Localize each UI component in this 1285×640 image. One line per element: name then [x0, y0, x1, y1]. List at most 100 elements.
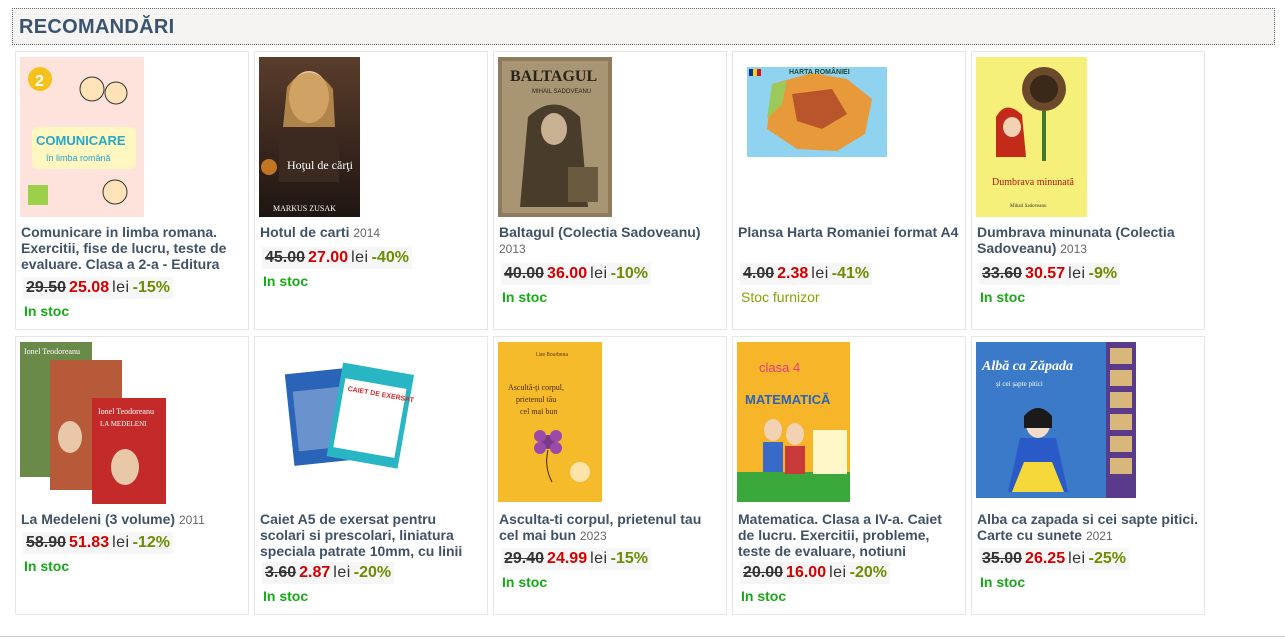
stock-status: In stoc: [741, 588, 787, 604]
new-price: 24.99: [547, 550, 588, 567]
svg-text:Ascultă-ți corpul,: Ascultă-ți corpul,: [508, 383, 564, 392]
old-price: 29.40: [504, 550, 545, 567]
book-cover-dumbrava-minunata[interactable]: Dumbrava minunată Mihail Sadoveanu: [976, 57, 1087, 217]
product-year: 2011: [178, 513, 205, 527]
product-card[interactable]: Albă ca Zăpada și cei șapte pitici Alba …: [971, 336, 1205, 615]
price-box: 35.00 26.25 lei -25%: [979, 548, 1129, 570]
book-cover-hotul-de-carti[interactable]: Hoţul de cărţi MARKUS ZUSAK: [259, 57, 360, 217]
product-year: 2021: [1085, 529, 1113, 543]
section-header: RECOMANDĂRI: [12, 8, 1275, 45]
bottom-divider: [0, 636, 1285, 637]
svg-text:clasa 4: clasa 4: [759, 360, 800, 375]
price-box: 33.60 30.57 lei -9%: [979, 263, 1121, 285]
product-title[interactable]: Comunicare in limba romana. Exercitii, f…: [21, 224, 245, 272]
book-cover-baltagul[interactable]: BALTAGUL MIHAIL SADOVEANU: [498, 57, 612, 217]
old-price: 58.90: [26, 534, 67, 551]
currency-label: lei: [112, 534, 130, 551]
price-box: 20.00 16.00 lei -20%: [740, 562, 890, 584]
price-box: 29.40 24.99 lei -15%: [501, 548, 651, 570]
price-box: 58.90 51.83 lei -12%: [23, 532, 173, 554]
discount-label: -20%: [849, 564, 887, 581]
svg-text:Albă ca Zăpada: Albă ca Zăpada: [981, 359, 1073, 374]
stock-status: In stoc: [24, 558, 70, 574]
book-cover-matematica[interactable]: clasa 4 MATEMATICĂ: [737, 342, 850, 502]
svg-text:MARKUS ZUSAK: MARKUS ZUSAK: [273, 204, 336, 213]
svg-text:prietenul tău: prietenul tău: [516, 395, 556, 404]
product-card[interactable]: 2 COMUNICARE în limba română Comunicare …: [15, 51, 249, 330]
svg-text:MATEMATICĂ: MATEMATICĂ: [745, 392, 831, 407]
new-price: 27.00: [308, 249, 349, 266]
discount-label: -12%: [132, 534, 170, 551]
svg-text:Hoţul de cărţi: Hoţul de cărţi: [287, 158, 354, 172]
currency-label: lei: [590, 265, 608, 282]
stock-status: Stoc furnizor: [741, 289, 820, 305]
notebook-covers[interactable]: CAIET DE EXERSAT: [259, 342, 419, 502]
discount-label: -40%: [371, 249, 409, 266]
book-cover-la-medeleni[interactable]: Ionel Teodoreanu Ionel Teodoreanu LA MED…: [20, 342, 166, 504]
svg-text:în limba română: în limba română: [45, 153, 111, 163]
book-cover-comunicare[interactable]: 2 COMUNICARE în limba română: [20, 57, 144, 217]
new-price: 26.25: [1025, 550, 1066, 567]
price-box: 45.00 27.00 lei -40%: [262, 247, 412, 269]
svg-text:Ionel Teodoreanu: Ionel Teodoreanu: [98, 407, 154, 416]
new-price: 36.00: [547, 265, 588, 282]
svg-text:COMUNICARE: COMUNICARE: [36, 133, 126, 148]
discount-label: -41%: [831, 265, 870, 282]
svg-text:2: 2: [35, 73, 44, 90]
stock-status: In stoc: [263, 588, 309, 604]
discount-label: -10%: [610, 265, 648, 282]
svg-text:BALTAGUL: BALTAGUL: [510, 68, 597, 85]
map-of-romania[interactable]: HARTA ROMÂNIEI: [737, 59, 897, 169]
svg-text:și cei șapte pitici: și cei șapte pitici: [996, 380, 1043, 388]
stock-status: In stoc: [502, 574, 548, 590]
old-price: 4.00: [743, 265, 775, 282]
product-year: 2014: [353, 226, 381, 240]
stock-status: In stoc: [24, 303, 70, 319]
stock-status: In stoc: [980, 289, 1026, 305]
discount-label: -15%: [610, 550, 648, 567]
currency-label: lei: [351, 249, 369, 266]
book-cover-asculta-ti-corpul[interactable]: Lise Bourbeau Ascultă-ți corpul, prieten…: [498, 342, 602, 502]
svg-text:LA MEDELENI: LA MEDELENI: [100, 420, 147, 428]
currency-label: lei: [112, 279, 130, 296]
currency-label: lei: [1068, 265, 1086, 282]
stock-status: In stoc: [502, 289, 548, 305]
product-card[interactable]: CAIET DE EXERSAT Caiet A5 de exersat pen…: [254, 336, 488, 615]
price-box: 29.50 25.08 lei -15%: [23, 277, 173, 299]
discount-label: -15%: [132, 279, 170, 296]
price-box: 4.00 2.38 lei -41%: [740, 263, 873, 285]
currency-label: lei: [590, 550, 608, 567]
stock-status: In stoc: [263, 273, 309, 289]
currency-label: lei: [811, 265, 829, 282]
price-box: 3.60 2.87 lei -20%: [262, 562, 395, 584]
product-card[interactable]: Lise Bourbeau Ascultă-ți corpul, prieten…: [493, 336, 727, 615]
product-card[interactable]: BALTAGUL MIHAIL SADOVEANU Baltagul (Cole…: [493, 51, 727, 330]
currency-label: lei: [829, 564, 847, 581]
book-cover-alba-ca-zapada[interactable]: Albă ca Zăpada și cei șapte pitici: [976, 342, 1136, 498]
old-price: 3.60: [265, 564, 297, 581]
new-price: 30.57: [1025, 265, 1066, 282]
svg-text:Mihail Sadoveanu: Mihail Sadoveanu: [1010, 204, 1047, 209]
section-title: RECOMANDĂRI: [19, 16, 175, 38]
price-box: 40.00 36.00 lei -10%: [501, 263, 651, 285]
product-card[interactable]: Dumbrava minunată Mihail Sadoveanu Dumbr…: [971, 51, 1205, 330]
product-card[interactable]: clasa 4 MATEMATICĂ Matematica. Clasa a I…: [732, 336, 966, 615]
svg-text:MIHAIL SADOVEANU: MIHAIL SADOVEANU: [532, 89, 591, 95]
discount-label: -25%: [1088, 550, 1126, 567]
currency-label: lei: [333, 564, 351, 581]
svg-text:HARTA ROMÂNIEI: HARTA ROMÂNIEI: [789, 67, 850, 76]
product-title[interactable]: Matematica. Clasa a IV-a. Caiet de lucru…: [738, 511, 962, 559]
stock-status: In stoc: [980, 574, 1026, 590]
product-card[interactable]: HARTA ROMÂNIEI Plansa Harta Romaniei for…: [732, 51, 966, 330]
new-price: 51.83: [69, 534, 110, 551]
discount-label: -9%: [1088, 265, 1118, 282]
svg-text:Dumbrava minunată: Dumbrava minunată: [992, 177, 1074, 188]
product-card[interactable]: Ionel Teodoreanu Ionel Teodoreanu LA MED…: [15, 336, 249, 615]
currency-label: lei: [1068, 550, 1086, 567]
product-title[interactable]: Caiet A5 de exersat pentru scolari si pr…: [260, 511, 484, 559]
product-year: 2013: [1060, 242, 1087, 256]
new-price: 2.87: [299, 564, 331, 581]
new-price: 16.00: [786, 564, 827, 581]
old-price: 29.50: [26, 279, 67, 296]
product-card[interactable]: Hoţul de cărţi MARKUS ZUSAK Hotul de car…: [254, 51, 488, 330]
